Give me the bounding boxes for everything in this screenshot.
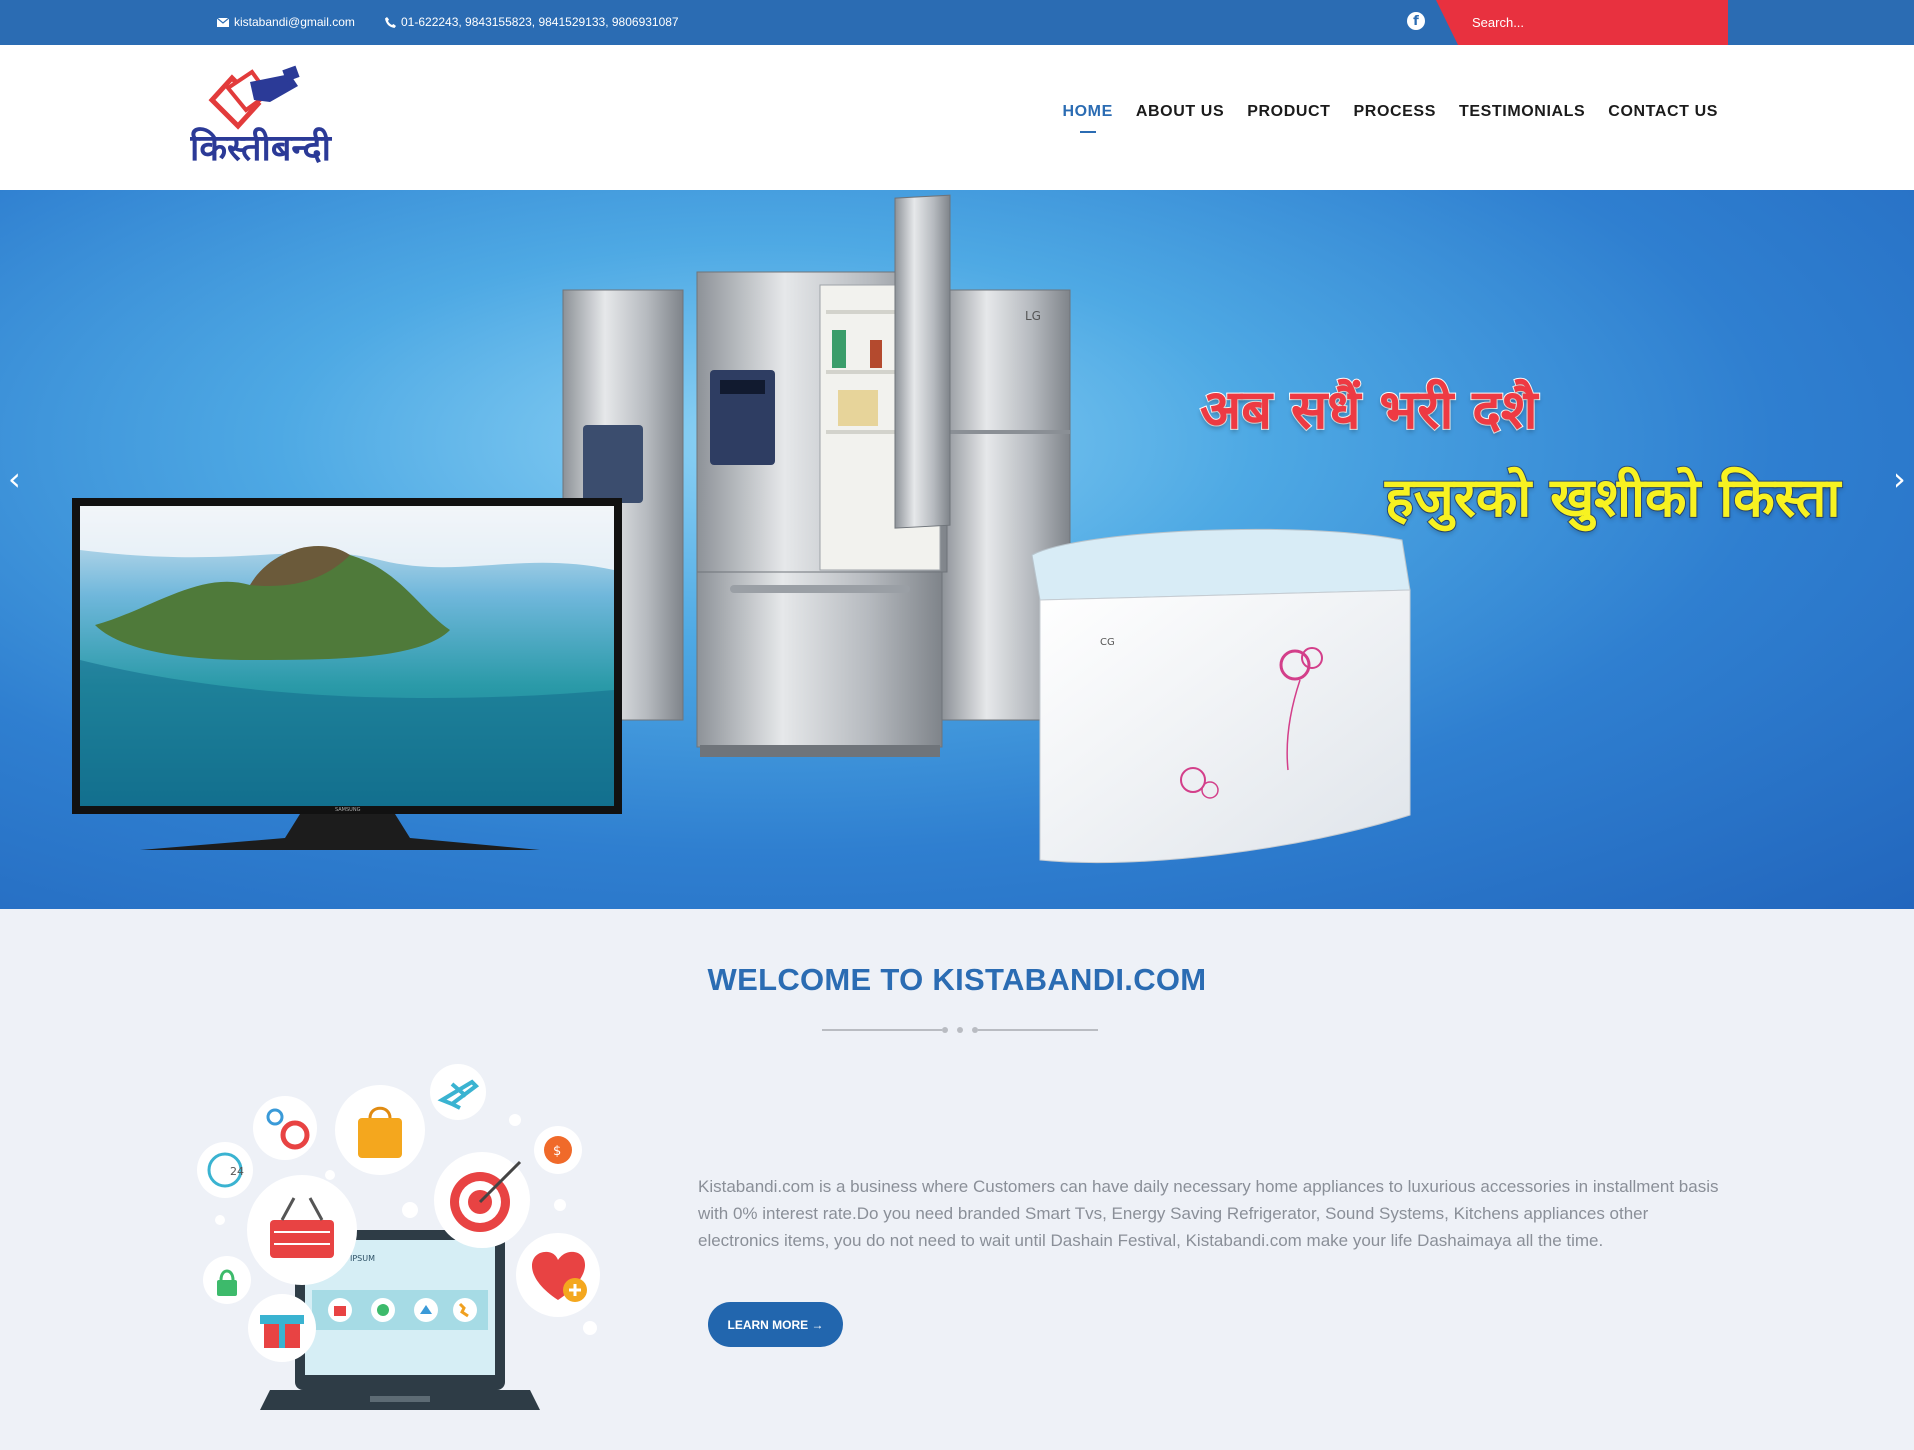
coin-icon: $ bbox=[534, 1126, 582, 1174]
television: SAMSUNG bbox=[72, 498, 622, 850]
shopping-basket-icon bbox=[247, 1175, 357, 1285]
freezer-brand: CG bbox=[1100, 637, 1115, 648]
nav-testimonials[interactable]: TESTIMONIALS bbox=[1459, 103, 1585, 121]
email-text[interactable]: kistabandi@gmail.com bbox=[234, 15, 355, 29]
refrigerator-group: LG bbox=[562, 194, 1071, 757]
about-description: Kistabandi.com is a business where Custo… bbox=[698, 1177, 1719, 1250]
clock-24-icon: 24 bbox=[197, 1142, 253, 1198]
slider-next-arrow[interactable]: › bbox=[1893, 460, 1906, 498]
learn-more-button[interactable]: LEARN MORE → bbox=[708, 1302, 843, 1347]
phone-contact[interactable]: 01-622243, 9843155823, 9841529133, 98069… bbox=[385, 15, 679, 29]
shopping-bag-icon bbox=[335, 1085, 425, 1175]
nav-about-us[interactable]: ABOUT US bbox=[1136, 103, 1224, 121]
logo-graphic: किस्तीबन्दी bbox=[189, 65, 333, 169]
search-input[interactable] bbox=[1472, 10, 1712, 34]
tv-brand: SAMSUNG bbox=[335, 807, 361, 813]
hero-slogan-line2: हजुरको खुशीको किस्ता bbox=[1384, 465, 1841, 530]
site-logo[interactable]: किस्तीबन्दी bbox=[189, 60, 340, 172]
logo-banknote-icon bbox=[208, 65, 300, 130]
section-divider bbox=[822, 1027, 1098, 1033]
email-contact[interactable]: kistabandi@gmail.com bbox=[217, 15, 355, 29]
hero-banner-image: LG SAMSUNG CG bbox=[72, 194, 1411, 864]
logo-text: किस्तीबन्दी bbox=[190, 127, 333, 169]
welcome-heading: WELCOME TO KISTABANDI.COM bbox=[707, 962, 1207, 997]
nav-process[interactable]: PROCESS bbox=[1354, 103, 1436, 121]
hero-slogan-line1: अब सधैं भरी दशै bbox=[1199, 377, 1539, 442]
target-icon bbox=[434, 1152, 530, 1248]
hero-slider: LG SAMSUNG CG ‹ › अब सधैं भरी दशै हजुरको… bbox=[0, 190, 1914, 909]
search-box bbox=[1436, 0, 1728, 45]
heart-plus-icon bbox=[516, 1233, 600, 1317]
clock-label: 24 bbox=[230, 1165, 244, 1178]
nav-home[interactable]: HOME bbox=[1062, 103, 1112, 121]
main-nav: HOME ABOUT US PRODUCT PROCESS TESTIMONIA… bbox=[1062, 103, 1718, 121]
facebook-icon[interactable]: f bbox=[1407, 12, 1425, 30]
top-bar: kistabandi@gmail.com 01-622243, 98431558… bbox=[0, 0, 1914, 45]
nav-product[interactable]: PRODUCT bbox=[1247, 103, 1330, 121]
airplane-icon bbox=[430, 1064, 486, 1120]
phone-text[interactable]: 01-622243, 9843155823, 9841529133, 98069… bbox=[401, 15, 679, 29]
slider-prev-arrow[interactable]: ‹ bbox=[8, 460, 21, 498]
envelope-icon bbox=[217, 17, 229, 27]
nav-contact-us[interactable]: CONTACT US bbox=[1608, 103, 1718, 121]
lock-icon bbox=[203, 1256, 251, 1304]
svg-text:$: $ bbox=[553, 1144, 561, 1159]
fridge-brand: LG bbox=[1025, 309, 1041, 323]
chest-freezer: CG bbox=[1031, 528, 1411, 864]
gear-icon bbox=[253, 1096, 317, 1160]
gift-icon bbox=[248, 1294, 316, 1362]
phone-icon bbox=[385, 16, 396, 28]
laptop-screen-label: IPSUM bbox=[350, 1254, 375, 1263]
site-header: किस्तीबन्दी HOME ABOUT US PRODUCT PROCES… bbox=[0, 45, 1914, 190]
ecommerce-illustration: IPSUM $ 24 bbox=[197, 1064, 600, 1410]
